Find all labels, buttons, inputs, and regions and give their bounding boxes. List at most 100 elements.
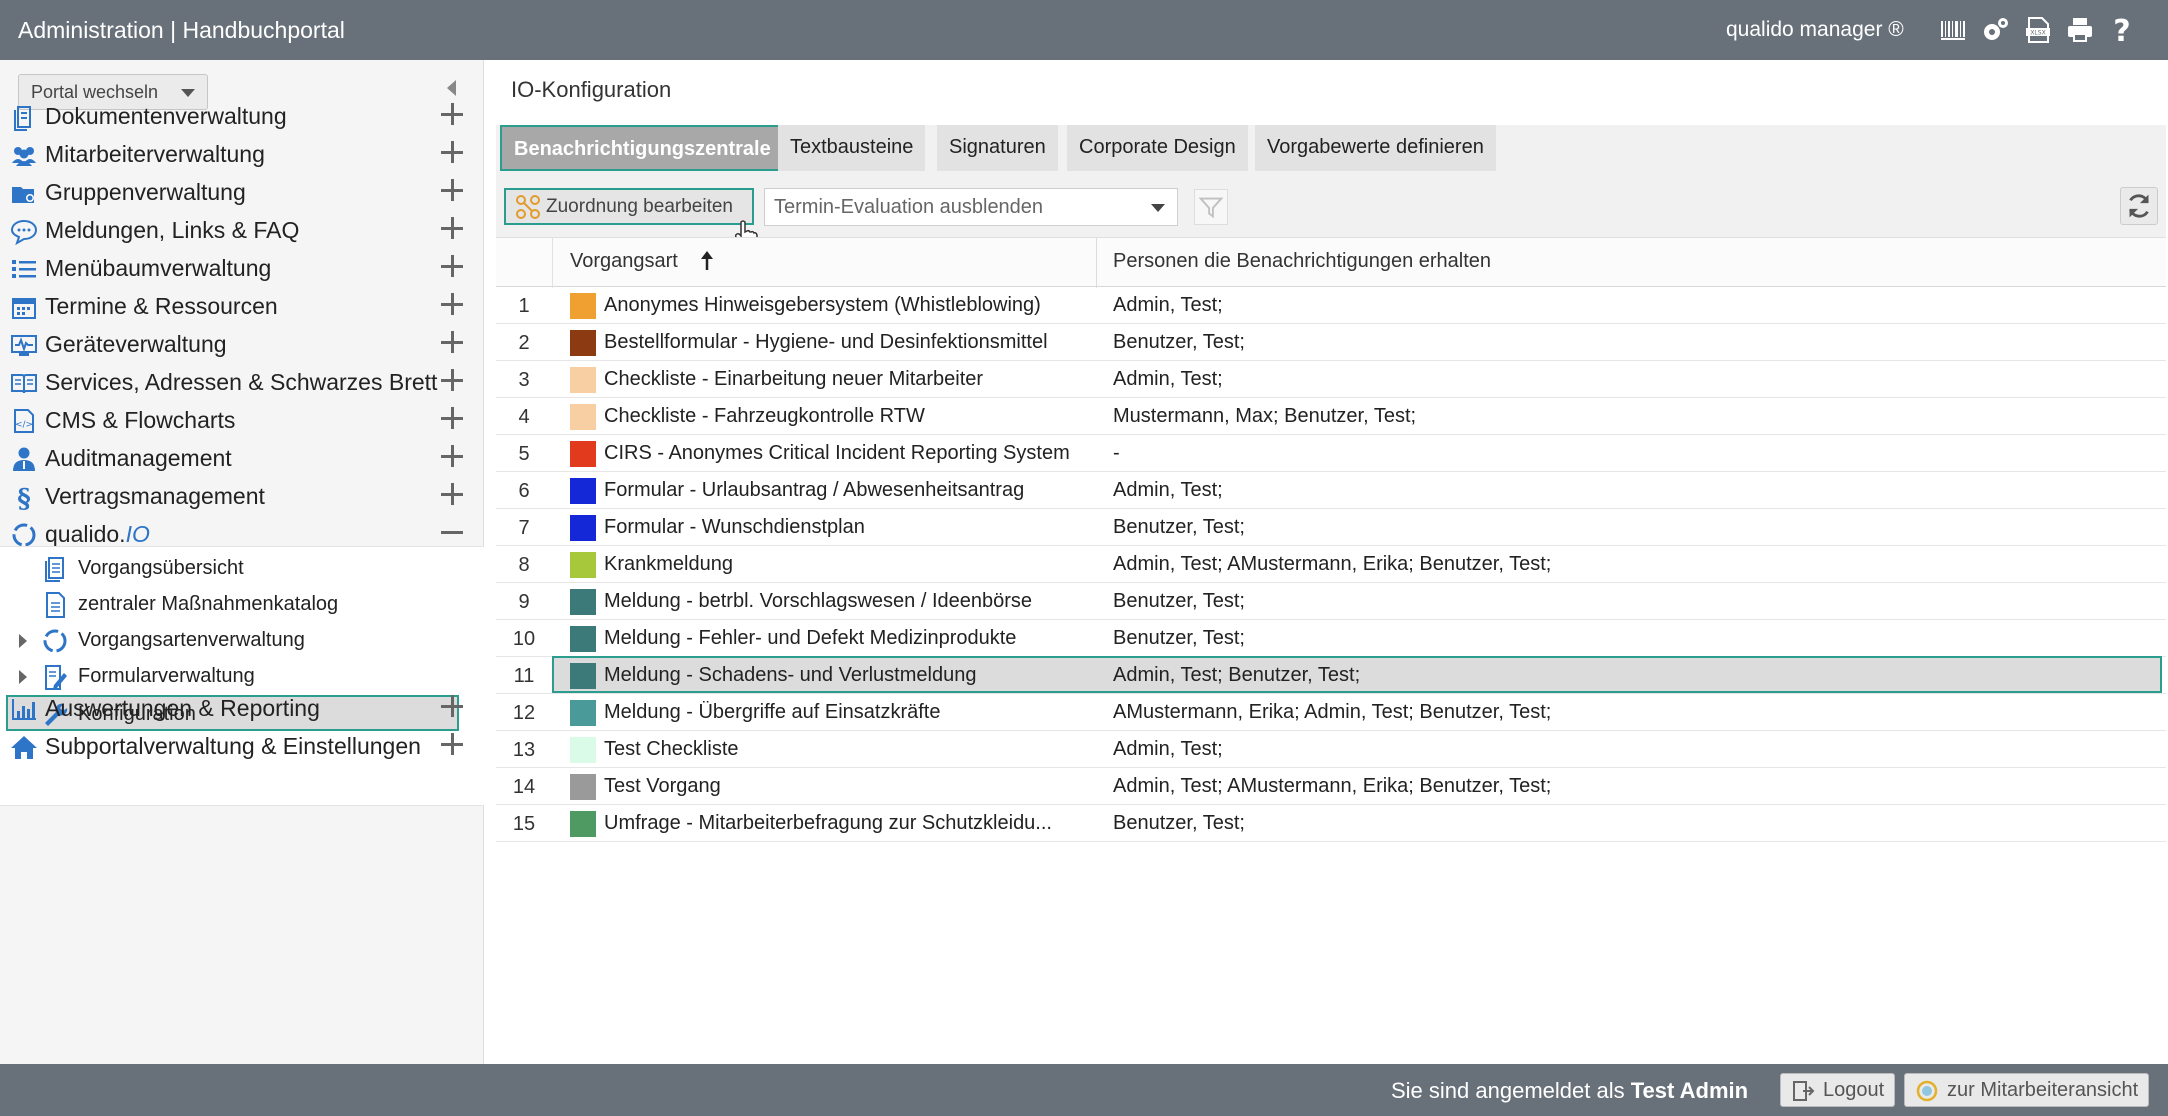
expand-plus-icon[interactable] bbox=[441, 179, 463, 201]
gear-icon[interactable] bbox=[1980, 14, 2012, 46]
color-swatch bbox=[570, 663, 596, 689]
io-suffix: IO bbox=[125, 521, 150, 547]
xlsx-icon[interactable]: XLSX bbox=[2022, 14, 2054, 46]
column-header-personen[interactable]: Personen die Benachrichtigungen erhalten bbox=[1113, 250, 1491, 273]
expand-plus-icon[interactable] bbox=[441, 483, 463, 505]
table-row[interactable]: 13 Test Checkliste Admin, Test; bbox=[496, 731, 2166, 768]
notified-persons: - bbox=[1113, 442, 1120, 464]
color-swatch bbox=[570, 478, 596, 504]
color-swatch bbox=[570, 330, 596, 356]
employee-view-label: zur Mitarbeiteransicht bbox=[1947, 1079, 2139, 1101]
process-type-name: Meldung - Schadens- und Verlustmeldung bbox=[604, 664, 977, 686]
subitem-massnahmenkatalog[interactable]: zentraler Maßnahmenkatalog bbox=[0, 587, 484, 623]
row-number: 3 bbox=[518, 369, 530, 391]
process-type-name: Krankmeldung bbox=[604, 553, 733, 575]
row-number: 6 bbox=[518, 480, 530, 502]
notified-persons: Admin, Test; AMustermann, Erika; Benutze… bbox=[1113, 775, 1552, 797]
expand-plus-icon[interactable] bbox=[441, 255, 463, 277]
print-icon[interactable] bbox=[2064, 14, 2096, 46]
row-number: 9 bbox=[518, 591, 530, 613]
tab-corporate-design[interactable]: Corporate Design bbox=[1067, 125, 1248, 171]
table-row[interactable]: 10 Meldung - Fehler- und Defekt Medizinpr… bbox=[496, 620, 2166, 657]
process-type-name: Checkliste - Einarbeitung neuer Mitarbei… bbox=[604, 368, 984, 390]
table-row[interactable]: 5 CIRS - Anonymes Critical Incident Repor… bbox=[496, 435, 2166, 472]
subitem-vorgangsartenverwaltung[interactable]: Vorgangsartenverwaltung bbox=[0, 623, 484, 659]
appointment-evaluation-select[interactable]: Termin-Evaluation ausblenden bbox=[764, 188, 1178, 226]
table-row[interactable]: 8 Krankmeldung Admin, Test; AMustermann, E… bbox=[496, 546, 2166, 583]
notified-persons: Mustermann, Max; Benutzer, Test; bbox=[1113, 405, 1417, 427]
expand-plus-icon[interactable] bbox=[441, 695, 463, 717]
table-row[interactable]: 3 Checkliste - Einarbeitung neuer Mitarbe… bbox=[496, 361, 2166, 398]
expand-plus-icon[interactable] bbox=[441, 369, 463, 391]
table-row[interactable]: 11 Meldung - Schadens- und Verlustmeldung… bbox=[496, 656, 2166, 694]
expand-triangle-icon[interactable] bbox=[19, 634, 27, 648]
tab-textbausteine[interactable]: Textbausteine bbox=[778, 125, 926, 171]
home-icon bbox=[10, 733, 38, 761]
color-swatch bbox=[570, 441, 596, 467]
expand-plus-icon[interactable] bbox=[441, 103, 463, 125]
table-row[interactable]: 15 Umfrage - Mitarbeiterbefragung zur Sch… bbox=[496, 805, 2166, 842]
process-type-name: Meldung - Fehler- und Defekt Medizinprod… bbox=[604, 627, 1017, 649]
table-row[interactable]: 1 Anonymes Hinweisgebersystem (Whistleblo… bbox=[496, 287, 2166, 324]
group-icon bbox=[10, 179, 38, 207]
tab-benachrichtigungszentrale[interactable]: Benachrichtigungszentrale bbox=[500, 125, 785, 171]
sidebar-item-label: Termine & Ressourcen bbox=[45, 293, 278, 319]
sidebar: Portal wechseln Dokumentenverwaltung Mit… bbox=[0, 60, 484, 1064]
sidebar-item-label: Dokumentenverwaltung bbox=[45, 103, 287, 129]
table-row[interactable]: 12 Meldung - Übergriffe auf Einsatzkräfte… bbox=[496, 694, 2166, 731]
logout-button[interactable]: Logout bbox=[1780, 1073, 1896, 1107]
collapse-minus-icon[interactable] bbox=[441, 521, 463, 543]
expand-plus-icon[interactable] bbox=[441, 407, 463, 429]
filter-icon bbox=[1198, 197, 1224, 219]
notified-persons: Admin, Test; AMustermann, Erika; Benutze… bbox=[1113, 553, 1552, 575]
subitem-vorgangsuebersicht[interactable]: Vorgangsübersicht bbox=[0, 551, 484, 587]
sidebar-item-subportalverwaltung[interactable]: Subportalverwaltung & Einstellungen bbox=[0, 720, 484, 772]
expand-plus-icon[interactable] bbox=[441, 141, 463, 163]
select-value: Termin-Evaluation ausblenden bbox=[774, 196, 1044, 218]
tab-vorgabewerte[interactable]: Vorgabewerte definieren bbox=[1255, 125, 1496, 171]
document-icon bbox=[10, 103, 38, 131]
column-header-vorgangsart[interactable]: Vorgangsart bbox=[570, 250, 678, 273]
chart-icon bbox=[10, 695, 38, 723]
svg-text:XLSX: XLSX bbox=[2030, 30, 2045, 37]
row-number: 7 bbox=[518, 517, 530, 539]
table-row[interactable]: 7 Formular - Wunschdienstplan Benutzer, Te… bbox=[496, 509, 2166, 546]
help-icon[interactable]: ? bbox=[2106, 14, 2138, 46]
tab-signaturen[interactable]: Signaturen bbox=[937, 125, 1058, 171]
color-swatch bbox=[570, 515, 596, 541]
table-row[interactable]: 14 Test Vorgang Admin, Test; AMustermann, … bbox=[496, 768, 2166, 805]
table-header: Vorgangsart Personen die Benachrichtigun… bbox=[496, 237, 2166, 288]
brand-name: qualido manager ® bbox=[1726, 18, 1904, 41]
calendar-icon bbox=[10, 293, 38, 321]
chevron-down-icon bbox=[1151, 204, 1165, 212]
subitem-label: Vorgangsübersicht bbox=[78, 557, 244, 579]
sidebar-item-label: Subportalverwaltung & Einstellungen bbox=[45, 733, 421, 759]
expand-plus-icon[interactable] bbox=[441, 733, 463, 755]
table-row[interactable]: 9 Meldung - betrbl. Vorschlagswesen / Ide… bbox=[496, 583, 2166, 620]
table-row[interactable]: 4 Checkliste - Fahrzeugkontrolle RTW Muste… bbox=[496, 398, 2166, 435]
edit-assignment-button[interactable]: Zuordnung bearbeiten bbox=[504, 188, 754, 225]
table-row[interactable]: 6 Formular - Urlaubsantrag / Abwesenheits… bbox=[496, 472, 2166, 509]
barcode-icon[interactable] bbox=[1938, 14, 1970, 46]
process-type-name: Formular - Urlaubsantrag / Abwesenheitsa… bbox=[604, 479, 1025, 501]
row-number: 5 bbox=[518, 443, 530, 465]
refresh-button[interactable] bbox=[2120, 187, 2158, 225]
employee-view-button[interactable]: zur Mitarbeiteransicht bbox=[1904, 1073, 2150, 1107]
book-icon bbox=[10, 369, 38, 397]
expand-plus-icon[interactable] bbox=[441, 217, 463, 239]
sidebar-item-label: Vertragsmanagement bbox=[45, 483, 265, 509]
row-number: 15 bbox=[512, 813, 536, 835]
process-type-name: Meldung - Übergriffe auf Einsatzkräfte bbox=[604, 701, 941, 723]
notified-persons: Admin, Test; bbox=[1113, 738, 1223, 760]
sort-ascending-icon[interactable] bbox=[700, 250, 714, 272]
color-swatch bbox=[570, 367, 596, 393]
expand-plus-icon[interactable] bbox=[441, 445, 463, 467]
row-number: 12 bbox=[512, 702, 536, 724]
sidebar-item-label: Services, Adressen & Schwarzes Brett bbox=[45, 369, 438, 395]
expand-plus-icon[interactable] bbox=[441, 293, 463, 315]
svg-text:?: ? bbox=[2113, 15, 2130, 45]
process-type-name: Test Vorgang bbox=[604, 775, 721, 797]
table-row[interactable]: 2 Bestellformular - Hygiene- und Desinfek… bbox=[496, 324, 2166, 361]
filter-button[interactable] bbox=[1194, 189, 1228, 225]
expand-plus-icon[interactable] bbox=[441, 331, 463, 353]
